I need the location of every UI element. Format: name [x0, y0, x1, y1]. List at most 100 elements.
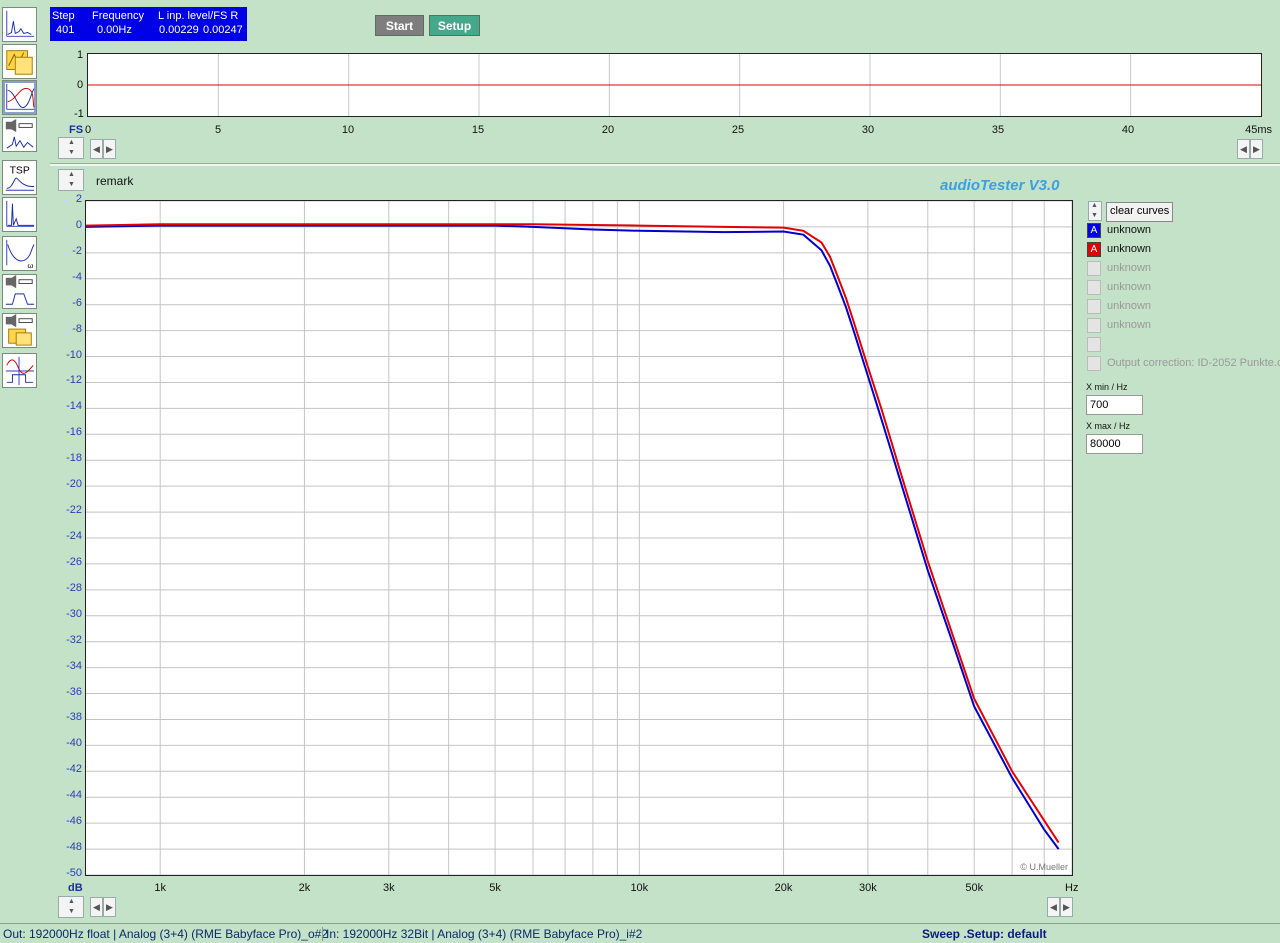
legend-toggle[interactable]	[1087, 299, 1101, 314]
step-value: 401	[56, 24, 75, 36]
y-tick-label: -2	[72, 244, 82, 257]
legend-label: unknown	[1107, 243, 1152, 255]
legend-label: unknown	[1107, 281, 1152, 293]
y-tick-label: -4	[72, 270, 82, 283]
y-tick-label: -22	[66, 504, 82, 517]
level-left-value: 0.00229	[159, 24, 199, 36]
copyright-label: © U.Mueller	[1020, 862, 1068, 872]
svg-text:ω: ω	[28, 261, 34, 270]
x-tick-label: 30k	[859, 882, 877, 894]
impulse-icon[interactable]	[2, 197, 37, 232]
scope-x-tick: 5	[214, 124, 222, 136]
output-correction-checkbox[interactable]	[1087, 356, 1101, 371]
scope-scroll-right-end[interactable]: ▶	[1250, 139, 1263, 159]
scope-x-tick: 20	[601, 124, 615, 136]
frequency-response-icon[interactable]	[2, 80, 37, 115]
output-device-status: Out: 192000Hz float | Analog (3+4) (RME …	[3, 927, 328, 941]
legend-toggle[interactable]	[1087, 337, 1101, 352]
x-tick-label: 10k	[630, 882, 649, 894]
legend-spinner[interactable]: ▲ ▼	[1088, 201, 1102, 221]
x-tick-label: 5k	[489, 882, 501, 894]
xmax-field[interactable]	[1086, 434, 1143, 454]
x-tick-label: 20k	[774, 882, 793, 894]
y-tick-label: -16	[66, 426, 82, 439]
y-tick-label: -18	[66, 452, 82, 465]
y-tick-label: -42	[66, 763, 82, 776]
scope-y-unit: FS	[69, 124, 84, 136]
y-tick-label: -24	[66, 530, 82, 542]
level-right-value: 0.00247	[203, 24, 243, 36]
tsp-icon[interactable]: TSP	[2, 160, 37, 195]
response-curve-red	[86, 223, 1060, 844]
y-tick-label: -6	[72, 296, 82, 309]
legend-label: unknown	[1107, 224, 1152, 236]
scope-scroll-left-end[interactable]: ◀	[1237, 139, 1250, 159]
level-header: L inp. level/FS R	[158, 10, 239, 22]
spectrum-icon[interactable]	[2, 7, 37, 42]
y-tick-label: -32	[66, 633, 82, 646]
filter-response-icon[interactable]	[2, 274, 37, 309]
main-zoom-spinner[interactable]: ▲ ▼	[58, 169, 84, 191]
impedance-icon[interactable]: ω	[2, 236, 37, 271]
svg-text:TSP: TSP	[10, 165, 30, 176]
speaker-measure-icon[interactable]	[2, 313, 37, 348]
panel-divider	[50, 163, 1280, 166]
scope-y-tick: 1	[77, 49, 84, 61]
status-bar: Out: 192000Hz float | Analog (3+4) (RME …	[0, 923, 1280, 943]
y-tick-label: 0	[75, 218, 82, 231]
y-tick-label: -14	[66, 400, 82, 413]
distortion-icon[interactable]	[2, 117, 37, 152]
scope-x-tick: 40	[1121, 124, 1135, 136]
legend-toggle[interactable]	[1087, 261, 1101, 276]
frequency-header: Frequency	[92, 10, 144, 22]
clear-curves-button[interactable]: clear curves	[1106, 202, 1174, 222]
scope-x-tick: 35	[991, 124, 1005, 136]
legend-toggle[interactable]	[1087, 318, 1101, 333]
main-scroll-left-end[interactable]: ◀	[1047, 897, 1060, 917]
scope-y-tick: 0	[77, 79, 84, 91]
main-x-unit: Hz	[1065, 882, 1079, 894]
input-device-status: In: 192000Hz 32Bit | Analog (3+4) (RME B…	[322, 927, 642, 941]
main-scroll-right[interactable]: ▶	[103, 897, 116, 917]
legend-toggle[interactable]: A	[1087, 223, 1101, 238]
y-tick-label: -26	[66, 555, 82, 568]
y-tick-label: -34	[66, 659, 82, 672]
xmax-label: X max / Hz	[1086, 421, 1131, 431]
x-tick-label: 50k	[965, 882, 984, 894]
step-response-icon[interactable]	[2, 353, 37, 388]
y-tick-label: -36	[66, 685, 82, 698]
scope-x-tick: 45ms	[1245, 124, 1272, 136]
legend-toggle[interactable]	[1087, 280, 1101, 295]
scope-zoom-spinner[interactable]: ▲ ▼	[58, 137, 84, 159]
main-scroll-left[interactable]: ◀	[90, 897, 103, 917]
scope-x-tick: 0	[84, 124, 92, 136]
xmin-field[interactable]	[1086, 395, 1143, 415]
y-tick-label: -10	[66, 348, 82, 361]
frequency-value: 0.00Hz	[97, 24, 132, 36]
main-x-zoom-spinner[interactable]: ▲ ▼	[58, 896, 84, 918]
output-correction-label: Output correction: ID-2052 Punkte.c	[1107, 357, 1280, 369]
scope-x-tick: 30	[861, 124, 875, 136]
y-tick-label: -44	[66, 789, 82, 802]
output-correction-row: Output correction: ID-2052 Punkte.c	[1087, 356, 1280, 372]
scope-scroll-right[interactable]: ▶	[103, 139, 116, 159]
setup-button[interactable]: Setup	[429, 15, 480, 36]
y-tick-label: -40	[66, 737, 82, 750]
legend-toggle[interactable]: A	[1087, 242, 1101, 257]
y-tick-label: -30	[66, 607, 82, 620]
scope-x-tick: 25	[731, 124, 745, 136]
x-tick-label: 3k	[382, 882, 395, 894]
y-tick-label: -12	[66, 374, 82, 387]
y-tick-label: -48	[66, 841, 82, 854]
y-tick-label: -8	[72, 322, 82, 335]
oscilloscope-icon[interactable]	[2, 44, 37, 79]
xmin-label: X min / Hz	[1086, 382, 1128, 392]
scope-scroll-left[interactable]: ◀	[90, 139, 103, 159]
remark-label: remark	[96, 174, 134, 188]
main-scroll-right-end[interactable]: ▶	[1060, 897, 1073, 917]
legend-label: unknown	[1107, 300, 1152, 312]
start-button[interactable]: Start	[375, 15, 424, 36]
y-tick-label: -46	[66, 815, 82, 828]
x-tick-label: 2k	[298, 882, 311, 894]
y-tick-label: 2	[75, 193, 82, 205]
